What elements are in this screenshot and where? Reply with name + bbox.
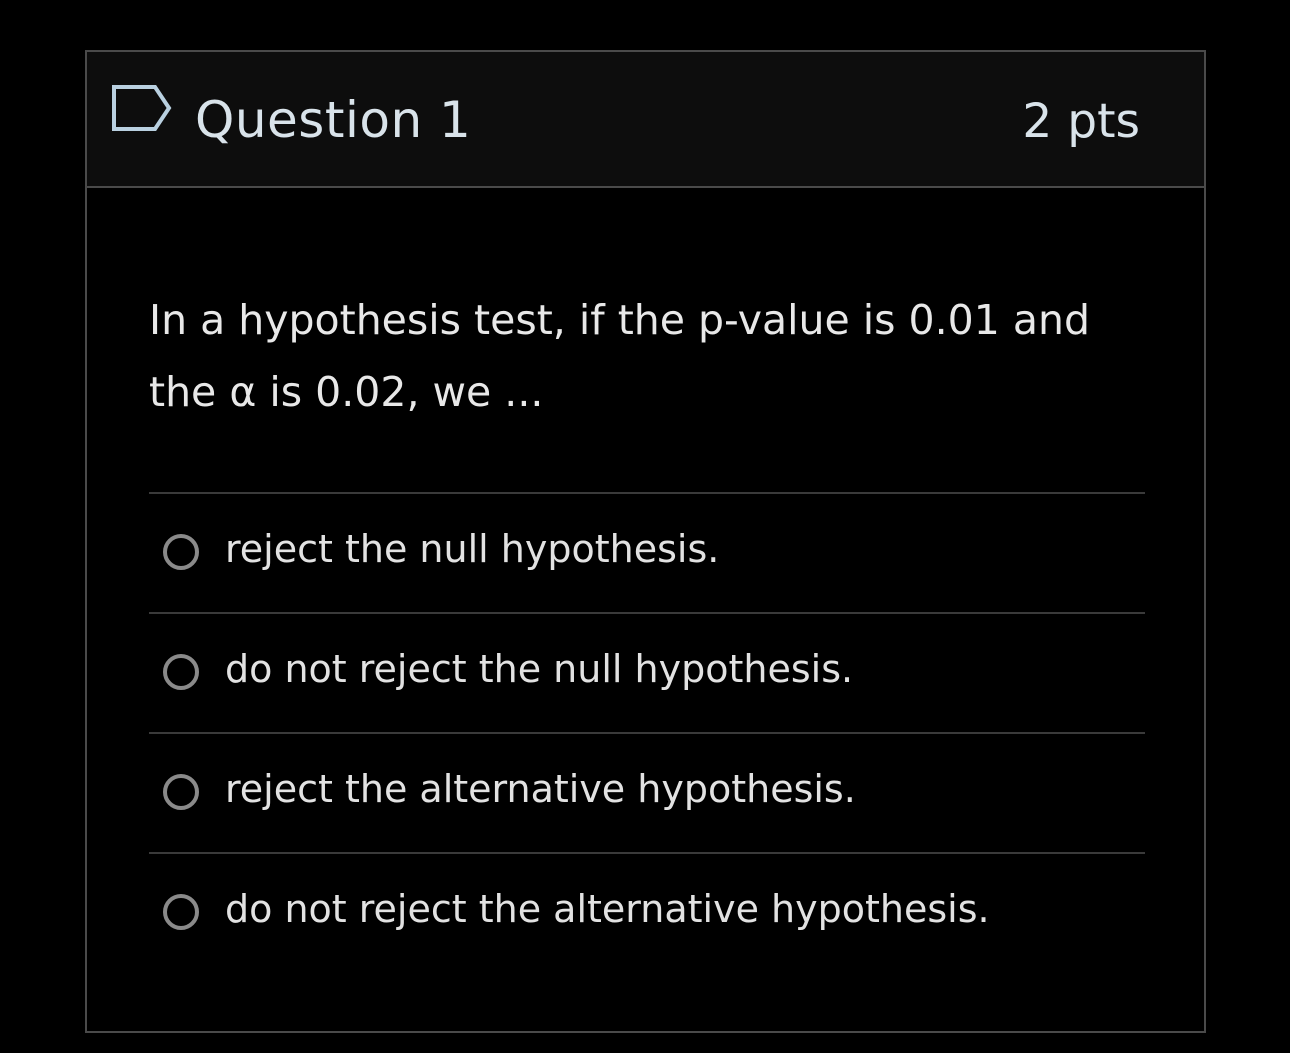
- question-points: 2 pts: [1022, 94, 1140, 149]
- question-text: In a hypothesis test, if the p-value is …: [149, 296, 1091, 416]
- radio-button[interactable]: [163, 534, 199, 570]
- answer-list: reject the null hypothesis. do not rejec…: [149, 492, 1145, 972]
- answer-label[interactable]: do not reject the alternative hypothesis…: [225, 882, 990, 936]
- question-card: Question 1 2 pts In a hypothesis test, i…: [85, 50, 1206, 1033]
- radio-button[interactable]: [163, 774, 199, 810]
- answer-label[interactable]: reject the null hypothesis.: [225, 522, 719, 576]
- question-header: Question 1 2 pts: [87, 52, 1204, 188]
- answer-option[interactable]: reject the null hypothesis.: [149, 492, 1145, 612]
- radio-button[interactable]: [163, 654, 199, 690]
- flag-icon[interactable]: [111, 84, 175, 136]
- answer-option[interactable]: reject the alternative hypothesis.: [149, 732, 1145, 852]
- question-title: Question 1: [195, 91, 472, 149]
- answer-option[interactable]: do not reject the alternative hypothesis…: [149, 852, 1145, 972]
- answer-label[interactable]: do not reject the null hypothesis.: [225, 642, 853, 696]
- answer-label[interactable]: reject the alternative hypothesis.: [225, 762, 856, 816]
- answer-option[interactable]: do not reject the null hypothesis.: [149, 612, 1145, 732]
- radio-button[interactable]: [163, 894, 199, 930]
